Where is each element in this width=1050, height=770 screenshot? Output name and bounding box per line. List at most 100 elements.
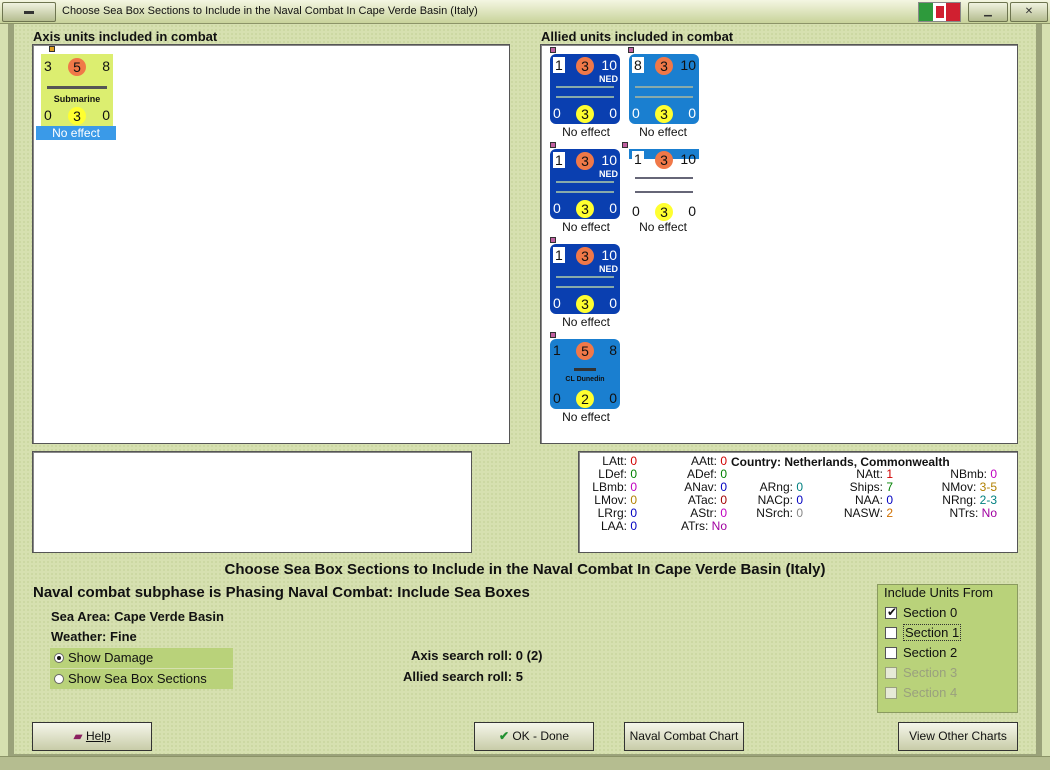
unit-effect: No effect <box>639 125 687 139</box>
counter-move: 8 <box>102 58 110 74</box>
unit-marker <box>622 142 628 148</box>
section-label: Section 2 <box>903 645 958 660</box>
section-4-checkbox: Section 4 <box>885 685 957 703</box>
stat-value: No <box>711 519 727 533</box>
allied-unit-counter[interactable]: 8 3 10 0 3 0 <box>629 54 699 124</box>
stat-value: 0 <box>796 480 803 494</box>
weather-value: Fine <box>110 629 137 644</box>
unit-effect: No effect <box>562 410 610 424</box>
section-2-checkbox[interactable]: Section 2 <box>885 645 957 663</box>
nationality-label: NED <box>598 169 618 179</box>
nationality-label: NED <box>598 264 618 274</box>
allied-unit-counter[interactable]: 1 3 10 0 3 0 <box>629 149 699 221</box>
axis-search-roll: Axis search roll: 0 (2) <box>411 648 543 663</box>
allied-units-panel: 1 3 10 NED 0 3 0 No effect 8 3 10 0 3 0 … <box>540 44 1018 444</box>
stat-key: ATrs: <box>680 519 712 533</box>
stats-column-land: LAtt: 0 LDef: 0 LBmb: 0 LMov: 0 LRrg: 0 LAA: … <box>583 455 637 533</box>
checkbox-disabled-icon <box>885 667 897 679</box>
counter-bottom-left: 0 <box>553 200 561 216</box>
axis-unit-effect: No effect <box>36 126 116 140</box>
country-label: Country: <box>731 455 781 469</box>
minimize-button[interactable]: ▁ <box>968 2 1008 22</box>
country-row: Country: Netherlands, Commonwealth <box>731 455 950 469</box>
view-other-charts-button[interactable]: View Other Charts <box>898 722 1018 751</box>
unit-marker <box>628 47 634 53</box>
counter-top-left: 1 <box>553 247 565 263</box>
counter-bottom-left: 0 <box>632 105 640 121</box>
counter-center: 3 <box>576 57 594 75</box>
stat-value: 0 <box>796 506 803 520</box>
counter-attack: 3 <box>44 58 52 74</box>
close-button[interactable]: ✕ <box>1010 2 1048 22</box>
sea-area-row: Sea Area: Cape Verde Basin <box>51 609 224 624</box>
stat-key: Ships: <box>849 480 887 494</box>
stat-value: 0 <box>990 467 997 481</box>
counter-top-left: 1 <box>553 57 565 73</box>
ship-silhouette-icon <box>556 191 614 193</box>
radio-unselected-icon <box>54 674 64 684</box>
stats-column-naval: NAtt: 1 Ships: 7 NAA: 0 NASW: 2 <box>837 468 893 520</box>
unit-effect: No effect <box>639 220 687 234</box>
stat-value: 0 <box>630 467 637 481</box>
ship-silhouette-icon <box>635 191 693 193</box>
sea-area-label: Sea Area: <box>51 609 111 624</box>
allied-units-label: Allied units included in combat <box>541 29 734 44</box>
show-damage-radio[interactable]: Show Damage <box>50 648 233 668</box>
unit-marker <box>550 332 556 338</box>
weather-label: Weather: <box>51 629 107 644</box>
system-menu-button[interactable]: ▬ <box>2 2 56 22</box>
ship-silhouette-icon <box>556 181 614 183</box>
unit-marker <box>550 142 556 148</box>
submarine-silhouette-icon <box>47 86 107 89</box>
ship-silhouette-icon <box>556 86 614 88</box>
allied-unit-counter[interactable]: 1 5 8 CL Dunedin 0 2 0 <box>550 339 620 409</box>
checkbox-icon <box>885 627 897 639</box>
stat-value: 2 <box>886 506 893 520</box>
counter-top-right: 10 <box>680 57 696 73</box>
stat-value: 0 <box>630 480 637 494</box>
section-0-checkbox[interactable]: ✔ Section 0 <box>885 605 957 623</box>
ok-done-button[interactable]: ✔ OK - Done <box>474 722 594 751</box>
cruiser-silhouette-icon <box>574 368 596 371</box>
show-sea-box-sections-radio[interactable]: Show Sea Box Sections <box>50 669 233 689</box>
stat-key: LMov: <box>594 493 631 507</box>
stat-row: NTrs: No <box>925 507 997 520</box>
counter-bottom-left: 0 <box>553 390 561 406</box>
stat-value: 0 <box>886 493 893 507</box>
stat-value: 0 <box>630 454 637 468</box>
axis-units-label: Axis units included in combat <box>33 29 218 44</box>
help-button[interactable]: ▰ Help <box>32 722 152 751</box>
stat-value: 2-3 <box>979 493 997 507</box>
checkbox-disabled-icon <box>885 687 897 699</box>
unit-marker <box>550 47 556 53</box>
checkbox-checked-icon: ✔ <box>885 605 898 619</box>
stat-key: NMov: <box>941 480 980 494</box>
stat-value: 0 <box>630 506 637 520</box>
allied-unit-counter[interactable]: 1 3 10 NED 0 3 0 <box>550 244 620 314</box>
allied-unit-counter[interactable]: 1 3 10 NED 0 3 0 <box>550 149 620 219</box>
counter-top-right: 10 <box>601 57 617 73</box>
title-bar: ▬ Choose Sea Box Sections to Include in … <box>0 0 1050 24</box>
stat-value: 0 <box>720 467 727 481</box>
counter-bottom-right: 0 <box>688 105 696 121</box>
unit-marker <box>550 237 556 243</box>
counter-bottom-center: 3 <box>655 105 673 123</box>
section-label: Section 0 <box>903 605 958 620</box>
stat-key: NBmb: <box>950 467 991 481</box>
naval-combat-chart-button[interactable]: Naval Combat Chart <box>624 722 744 751</box>
stat-value: 7 <box>886 480 893 494</box>
stat-key: NACp: <box>757 493 797 507</box>
stats-column-naval-2: NBmb: 0 NMov: 3-5 NRng: 2-3 NTrs: No <box>925 468 997 520</box>
stat-value: 0 <box>720 493 727 507</box>
ship-silhouette-icon <box>635 86 693 88</box>
axis-unit-submarine-counter[interactable]: 3 5 8 Submarine 0 3 0 <box>41 54 113 126</box>
section-1-checkbox[interactable]: Section 1 <box>885 624 962 643</box>
counter-top-left: 8 <box>632 57 644 73</box>
counter-top-right: 10 <box>601 247 617 263</box>
show-sections-label: Show Sea Box Sections <box>68 671 207 686</box>
counter-bottom-right: 0 <box>609 390 617 406</box>
include-units-title: Include Units From <box>884 585 994 600</box>
combat-info-panel <box>32 451 472 553</box>
allied-unit-counter[interactable]: 1 3 10 NED 0 3 0 <box>550 54 620 124</box>
stat-row: LAA: 0 <box>583 520 637 533</box>
